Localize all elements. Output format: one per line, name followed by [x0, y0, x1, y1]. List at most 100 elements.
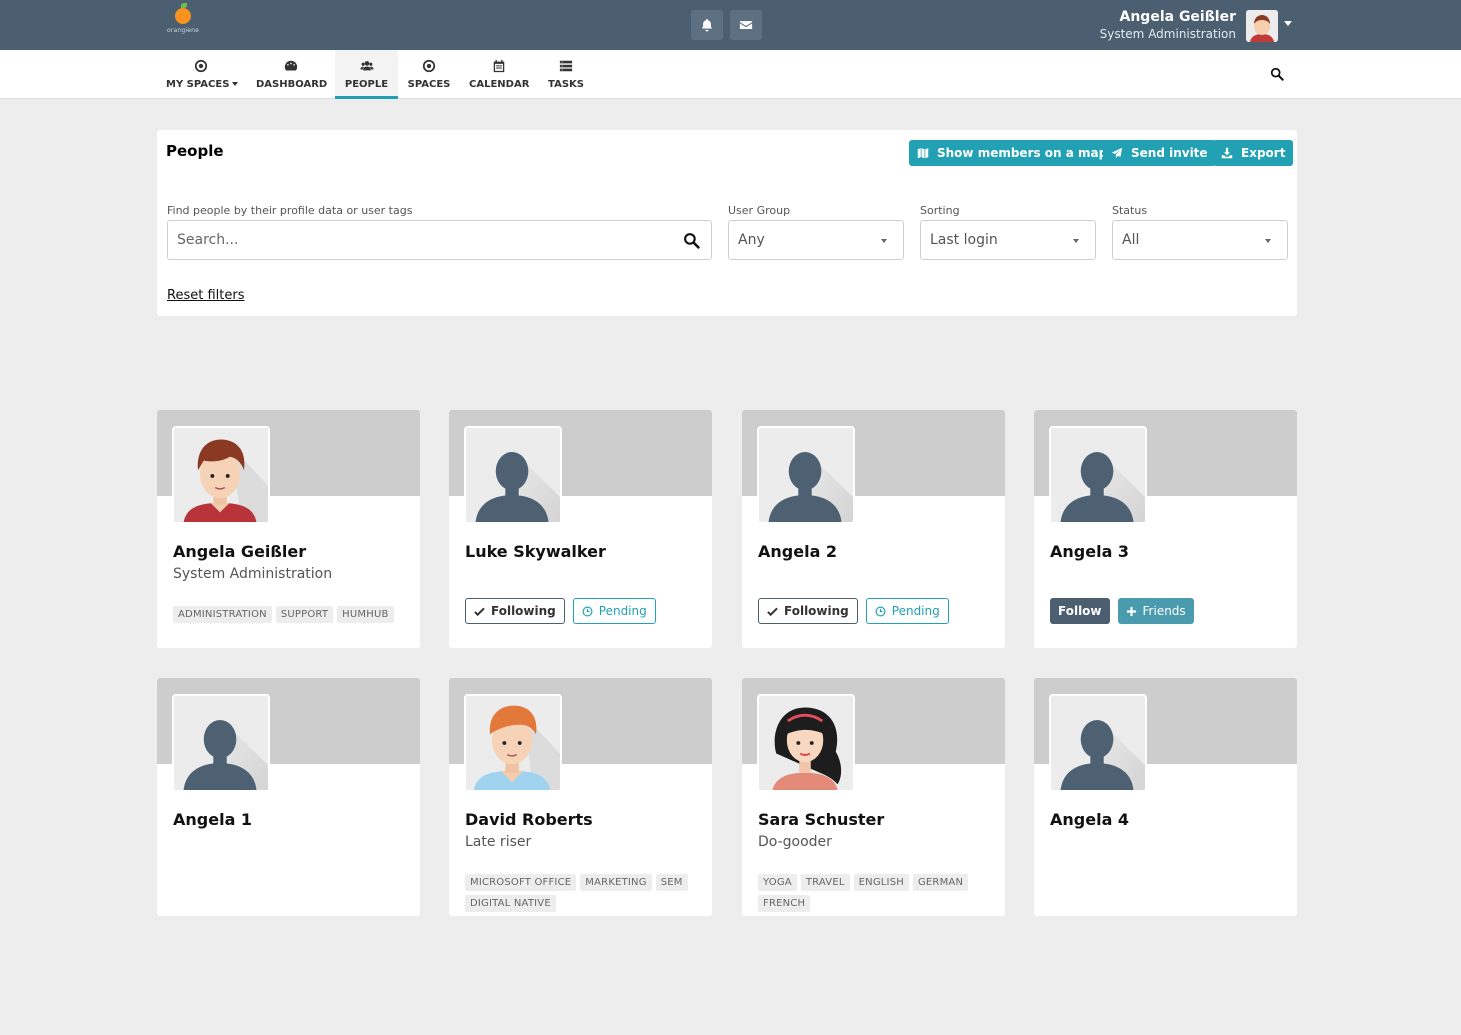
caret-down-icon: [1265, 239, 1271, 243]
main-nav: MY SPACES DASHBOARD PEOPLE SPACES CALEND…: [0, 50, 1461, 99]
user-tag[interactable]: DIGITAL NATIVE: [465, 895, 556, 912]
person-tags: MICROSOFT OFFICE MARKETING SEM DIGITAL NATI…: [465, 874, 695, 912]
user-tag[interactable]: MICROSOFT OFFICE: [465, 874, 577, 891]
follow-button[interactable]: Follow: [1050, 598, 1110, 624]
status-select[interactable]: All: [1112, 220, 1288, 260]
nav-my-spaces[interactable]: MY SPACES: [166, 50, 239, 99]
friendship-pending-button[interactable]: Pending: [865, 598, 949, 624]
nav-my-spaces-label: MY SPACES: [166, 79, 230, 90]
unfollow-button[interactable]: Following: [758, 598, 858, 624]
user-tag[interactable]: MARKETING: [580, 874, 652, 891]
friends-label: Friends: [1142, 604, 1186, 618]
nav-people[interactable]: PEOPLE: [335, 50, 398, 99]
show-members-map-label: Show members on a map: [937, 146, 1108, 160]
person-card[interactable]: Luke Skywalker Following Pending: [449, 410, 712, 648]
person-avatar[interactable]: [172, 694, 270, 792]
user-name[interactable]: Angela Geißler: [1120, 9, 1237, 25]
search-icon[interactable]: [1270, 67, 1284, 81]
person-name[interactable]: Angela 4: [1050, 810, 1129, 829]
user-tag[interactable]: TRAVEL: [800, 874, 850, 891]
user-tag[interactable]: ENGLISH: [853, 874, 909, 891]
user-role: System Administration: [1099, 27, 1236, 41]
search-icon[interactable]: [683, 232, 700, 249]
person-actions: Follow Friends: [1050, 598, 1194, 624]
person-avatar[interactable]: [1049, 694, 1147, 792]
person-name[interactable]: David Roberts: [465, 810, 593, 829]
check-icon: [767, 607, 778, 616]
clock-icon: [582, 606, 593, 616]
export-button[interactable]: Export: [1213, 140, 1294, 166]
person-avatar[interactable]: [1049, 426, 1147, 524]
brand-logo-text: orangiene: [166, 27, 200, 34]
person-avatar[interactable]: [172, 426, 270, 524]
user-tag[interactable]: YOGA: [758, 874, 797, 891]
person-avatar[interactable]: [757, 694, 855, 792]
person-name[interactable]: Luke Skywalker: [465, 542, 606, 561]
user-menu-chevron-down-icon[interactable]: [1284, 21, 1292, 26]
caret-down-icon: [232, 82, 239, 86]
friendship-pending-button[interactable]: Pending: [572, 598, 656, 624]
person-card[interactable]: Angela 3 Follow Friends: [1034, 410, 1297, 648]
nav-calendar-label: CALENDAR: [469, 79, 530, 90]
person-card[interactable]: Angela 1FollowFriends: [157, 678, 420, 916]
nav-dashboard[interactable]: DASHBOARD: [256, 50, 327, 99]
calendar-icon: [493, 59, 505, 73]
person-avatar[interactable]: [464, 426, 562, 524]
person-actions: Following Pending: [758, 598, 949, 624]
orange-logo-icon: [175, 3, 191, 24]
brand-logo[interactable]: orangiene: [166, 3, 200, 34]
nav-people-label: PEOPLE: [344, 79, 389, 90]
person-title: Late riser: [465, 834, 532, 850]
person-title: Do-gooder: [758, 834, 832, 850]
user-tag[interactable]: SEM: [655, 874, 688, 891]
person-avatar[interactable]: [757, 426, 855, 524]
nav-spaces[interactable]: SPACES: [406, 50, 452, 99]
sorting-label: Sorting: [920, 204, 960, 217]
reset-filters-link[interactable]: Reset filters: [167, 288, 244, 303]
users-icon: [359, 61, 374, 71]
person-card[interactable]: Angela Geißler System Administration ADMIN…: [157, 410, 420, 648]
show-members-map-button[interactable]: Show members on a map: [909, 140, 1116, 166]
dot-circle-icon: [194, 59, 208, 73]
person-name[interactable]: Angela Geißler: [173, 542, 306, 561]
send-invite-button[interactable]: Send invite: [1103, 140, 1216, 166]
notifications-button[interactable]: [691, 10, 723, 40]
clock-icon: [875, 606, 886, 616]
people-filter-panel: People Show members on a map Send invite…: [157, 130, 1297, 316]
search-input[interactable]: Search...: [167, 220, 712, 260]
person-name[interactable]: Angela 2: [758, 542, 837, 561]
person-name[interactable]: Sara Schuster: [758, 810, 884, 829]
person-card[interactable]: Angela 4FollowFriends: [1034, 678, 1297, 916]
nav-tasks[interactable]: TASKS: [546, 50, 586, 99]
person-card[interactable]: Angela 2 Following Pending: [742, 410, 1005, 648]
person-card[interactable]: Sara Schuster Do-gooder YOGA TRAVEL ENGLISH G…: [742, 678, 1005, 916]
user-tag[interactable]: HUMHUB: [337, 606, 394, 623]
user-tag[interactable]: SUPPORT: [275, 606, 334, 623]
follow-label: Follow: [1058, 604, 1102, 618]
download-icon: [1221, 147, 1233, 159]
following-label: Following: [491, 604, 556, 618]
sorting-select[interactable]: Last login: [920, 220, 1096, 260]
unfollow-button[interactable]: Following: [465, 598, 565, 624]
user-avatar[interactable]: [1246, 10, 1278, 42]
person-name[interactable]: Angela 3: [1050, 542, 1129, 561]
bell-icon: [701, 18, 713, 32]
person-tags: ADMINISTRATION SUPPORT HUMHUB: [173, 606, 403, 623]
nav-calendar[interactable]: CALENDAR: [469, 50, 529, 99]
user-tag[interactable]: ADMINISTRATION: [173, 606, 272, 623]
person-avatar[interactable]: [464, 694, 562, 792]
plus-icon: [1126, 606, 1136, 616]
person-card[interactable]: David Roberts Late riser MICROSOFT OFFICE M…: [449, 678, 712, 916]
person-actions: Following Pending: [465, 598, 656, 624]
user-group-select[interactable]: Any: [728, 220, 904, 260]
send-invite-label: Send invite: [1131, 146, 1208, 160]
user-tag[interactable]: GERMAN: [912, 874, 969, 891]
status-value: All: [1122, 232, 1140, 248]
nav-tasks-label: TASKS: [548, 79, 584, 90]
person-name[interactable]: Angela 1: [173, 810, 252, 829]
add-friend-button[interactable]: Friends: [1117, 598, 1194, 624]
messages-button[interactable]: [730, 10, 762, 40]
pending-label: Pending: [891, 604, 940, 618]
user-tag[interactable]: FRENCH: [758, 895, 811, 912]
tasks-icon: [559, 60, 573, 72]
